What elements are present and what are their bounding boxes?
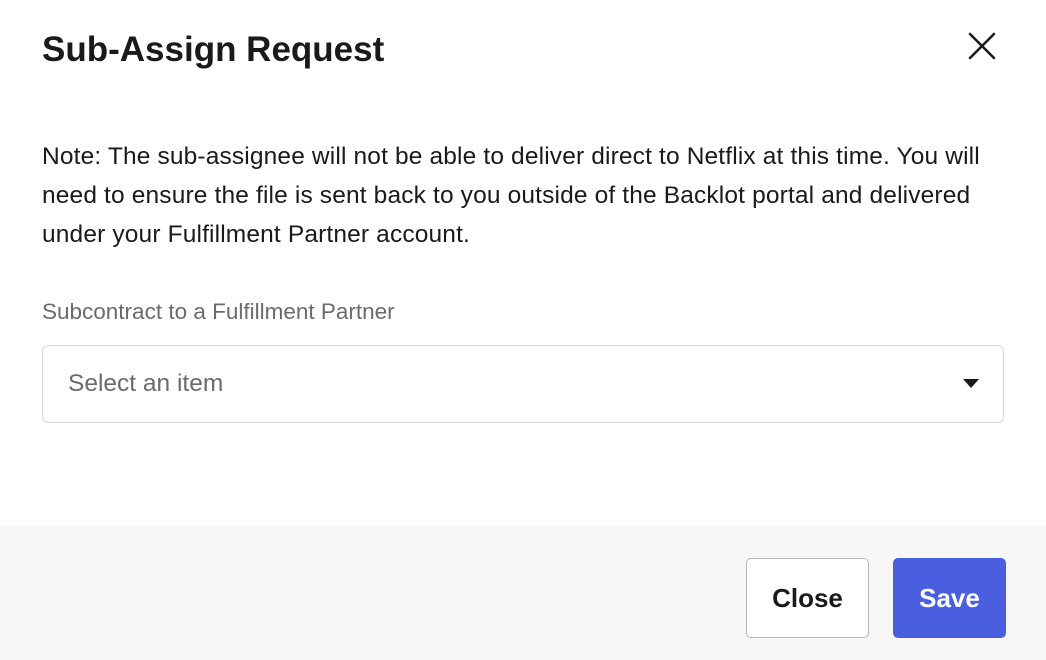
sub-assign-dialog: Sub-Assign Request Note: The sub-assigne…: [0, 0, 1046, 660]
fulfillment-partner-select[interactable]: Select an item: [42, 345, 1004, 423]
select-placeholder: Select an item: [68, 370, 224, 397]
dialog-note: Note: The sub-assignee will not be able …: [42, 143, 980, 248]
close-icon[interactable]: [964, 28, 1000, 64]
close-x-icon: [968, 32, 996, 60]
dialog-footer: Close Save: [0, 526, 1046, 660]
caret-down-icon: [963, 379, 979, 388]
save-button[interactable]: Save: [893, 558, 1006, 638]
close-button[interactable]: Close: [746, 558, 869, 638]
dialog-title: Sub-Assign Request: [42, 30, 385, 69]
dialog-header: Sub-Assign Request: [42, 24, 1004, 76]
fulfillment-partner-label: Subcontract to a Fulfillment Partner: [42, 299, 395, 324]
